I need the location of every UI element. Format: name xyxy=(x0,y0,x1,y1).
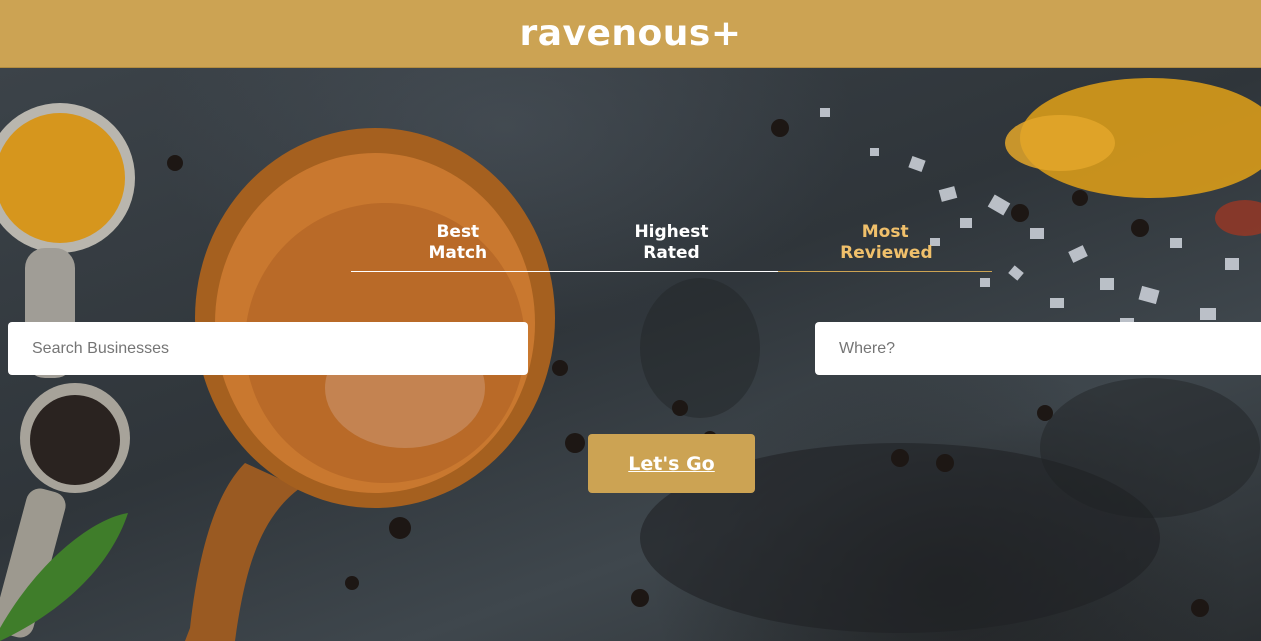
sort-option-best-match[interactable]: Best Match xyxy=(351,222,565,272)
sort-option-highest-rated[interactable]: Highest Rated xyxy=(564,222,779,272)
wooden-spoon xyxy=(185,128,555,641)
location-input[interactable] xyxy=(815,322,1261,375)
app-header: ravenous+ xyxy=(0,0,1261,68)
sort-options-bar: Best Match Highest Rated Most Reviewed xyxy=(351,222,993,272)
app-logo[interactable]: ravenous+ xyxy=(519,13,741,54)
sort-option-label: Highest Rated xyxy=(634,222,709,263)
search-businesses-input[interactable] xyxy=(8,322,528,375)
sort-option-label: Best Match xyxy=(428,222,488,263)
sort-option-label: Most Reviewed xyxy=(840,222,933,263)
lets-go-button[interactable]: Let's Go xyxy=(588,434,755,493)
sort-option-most-reviewed[interactable]: Most Reviewed xyxy=(778,222,993,272)
